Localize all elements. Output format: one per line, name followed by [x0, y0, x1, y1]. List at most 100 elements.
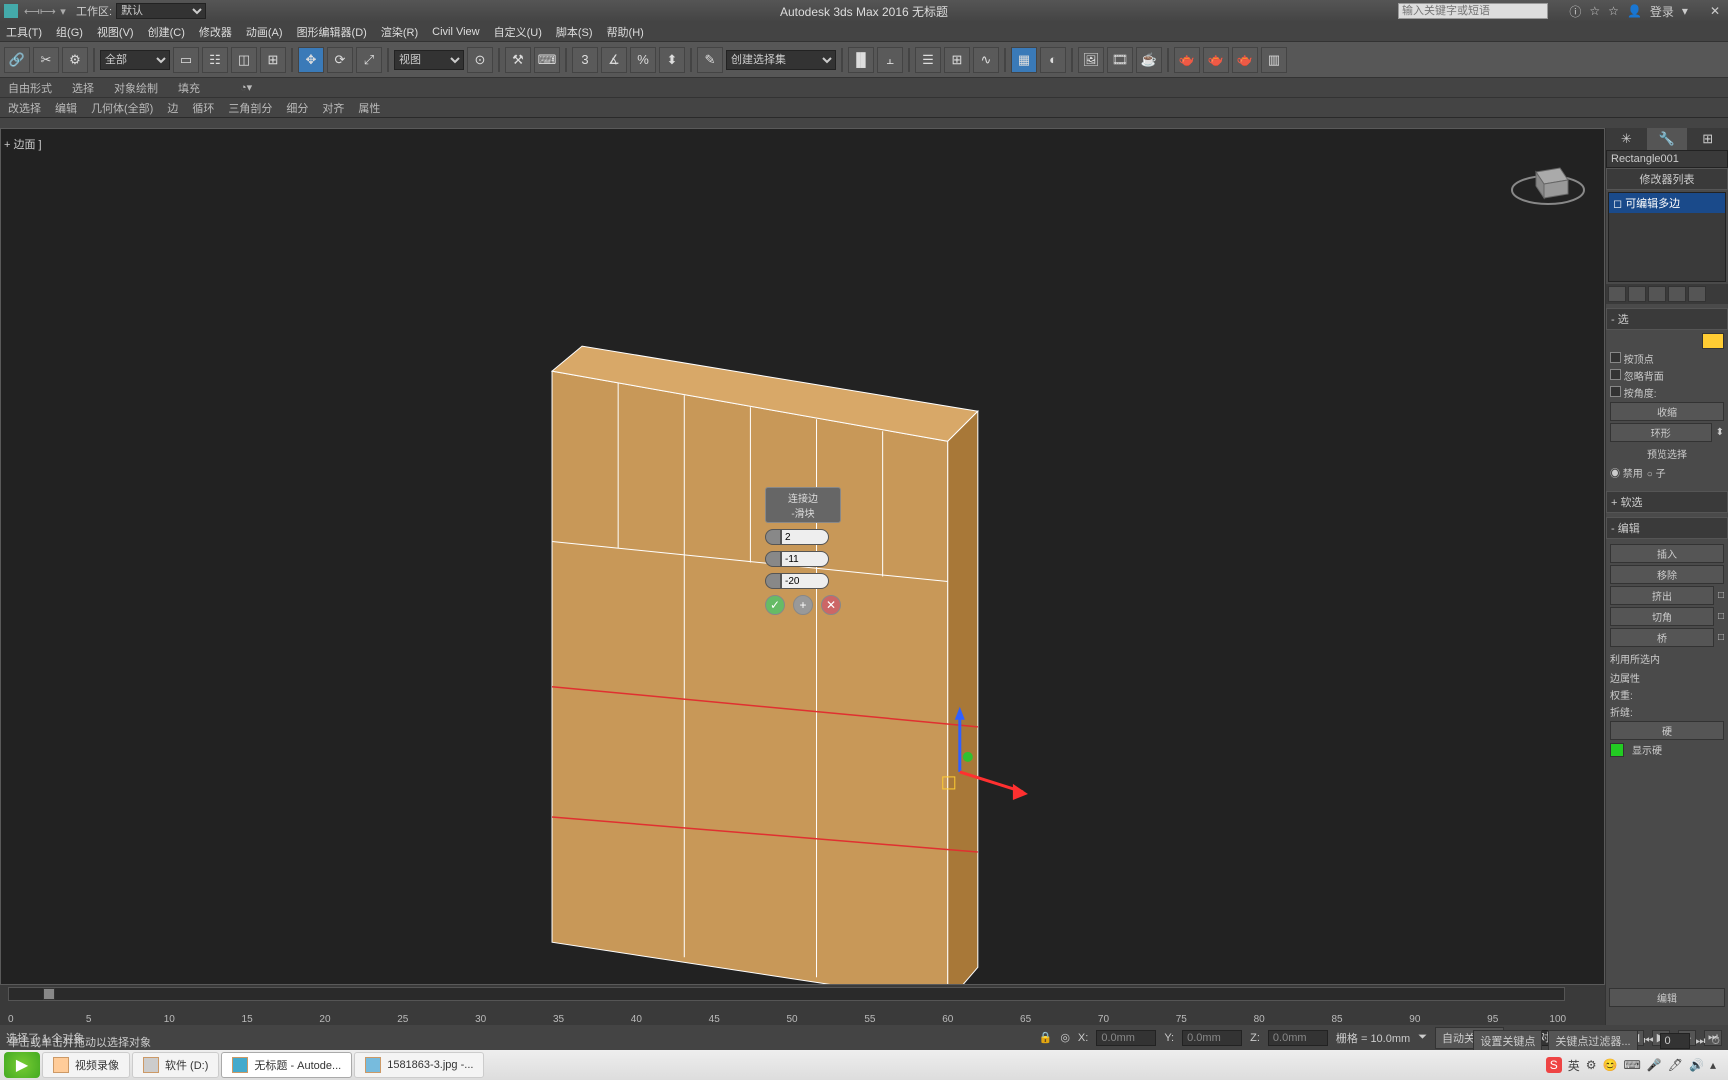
- config-icon[interactable]: [1688, 286, 1706, 302]
- mirror-icon[interactable]: ▐▌: [848, 47, 874, 73]
- taskbar-item[interactable]: 软件 (D:): [132, 1052, 219, 1078]
- schematic-icon[interactable]: ▦: [1011, 47, 1037, 73]
- unlink-icon[interactable]: ✂: [33, 47, 59, 73]
- caddy-cancel-button[interactable]: ✕: [821, 595, 841, 615]
- workspace-dropdown[interactable]: 默认: [116, 3, 206, 19]
- info-icon[interactable]: ⓘ: [1569, 3, 1581, 20]
- teapot-icon[interactable]: 🫖: [1203, 47, 1229, 73]
- menu-render[interactable]: 渲染(R): [381, 24, 418, 40]
- window-crossing-icon[interactable]: ⊞: [260, 47, 286, 73]
- taskbar-item[interactable]: 1581863-3.jpg -...: [354, 1052, 484, 1078]
- menu-tools[interactable]: 工具(T): [6, 24, 42, 40]
- remove-mod-icon[interactable]: [1668, 286, 1686, 302]
- time-config-icon[interactable]: ⏱: [1711, 1035, 1720, 1048]
- menu-animation[interactable]: 动画(A): [246, 24, 283, 40]
- viewcube[interactable]: [1508, 140, 1588, 220]
- tray-expand-icon[interactable]: ▴: [1710, 1058, 1716, 1072]
- tab-subdiv[interactable]: 细分: [286, 100, 308, 116]
- keyfilter-button[interactable]: 关键点过滤器...: [1548, 1030, 1637, 1052]
- bind-icon[interactable]: ⚙: [62, 47, 88, 73]
- lock-icon[interactable]: 🔒: [1039, 1031, 1053, 1044]
- time-slider[interactable]: [8, 987, 1565, 1001]
- rollout-edit[interactable]: - 编辑: [1606, 517, 1728, 539]
- tray-icon[interactable]: ⚙: [1586, 1058, 1597, 1072]
- link-icon[interactable]: 🔗: [4, 47, 30, 73]
- dropdown-icon[interactable]: ▾: [56, 5, 70, 18]
- tab-modsel[interactable]: 改选择: [8, 100, 41, 116]
- viewport-label[interactable]: + 边面 ]: [4, 136, 42, 152]
- tray-icon[interactable]: 🔊: [1689, 1058, 1704, 1072]
- subobj-indicator[interactable]: [1702, 333, 1724, 349]
- ring-button[interactable]: 环形: [1610, 423, 1712, 442]
- hierarchy-tab-icon[interactable]: ⊞: [1687, 128, 1728, 150]
- undo-icon[interactable]: ⟻: [24, 5, 38, 18]
- menu-help[interactable]: 帮助(H): [607, 24, 644, 40]
- by-angle-check[interactable]: 按角度:: [1610, 385, 1724, 400]
- material-icon[interactable]: ◐: [1040, 47, 1066, 73]
- modify-tab-icon[interactable]: 🔧: [1647, 128, 1688, 150]
- tab-freeform[interactable]: 自由形式: [8, 80, 52, 96]
- star-icon[interactable]: ☆: [1608, 4, 1619, 18]
- tab-align[interactable]: 对齐: [322, 100, 344, 116]
- ref-coord-dropdown[interactable]: 视图: [394, 50, 464, 70]
- menu-civil[interactable]: Civil View: [432, 26, 479, 38]
- y-coord[interactable]: 0.0mm: [1182, 1030, 1242, 1046]
- snap-icon[interactable]: 3: [572, 47, 598, 73]
- login-text[interactable]: 登录: [1650, 3, 1674, 20]
- expand-icon[interactable]: ◔▾: [240, 81, 252, 94]
- tab-loop[interactable]: 循环: [192, 100, 214, 116]
- angle-snap-icon[interactable]: ∡: [601, 47, 627, 73]
- menu-graph[interactable]: 图形编辑器(D): [297, 24, 367, 40]
- taskbar-item[interactable]: 无标题 - Autode...: [221, 1052, 352, 1078]
- edit-button[interactable]: 编辑: [1609, 988, 1725, 1007]
- isolate-icon[interactable]: ◎: [1060, 1031, 1070, 1044]
- by-vertex-check[interactable]: 按顶点: [1610, 351, 1724, 366]
- select-icon[interactable]: ▭: [173, 47, 199, 73]
- tray-icon[interactable]: 🖊: [1668, 1058, 1683, 1072]
- taskbar-item[interactable]: 视频录像: [42, 1052, 130, 1078]
- render-setup-icon[interactable]: 🖼: [1078, 47, 1104, 73]
- bridge-button[interactable]: 桥: [1610, 628, 1714, 647]
- ime-lang[interactable]: 英: [1568, 1057, 1580, 1074]
- menu-customize[interactable]: 自定义(U): [494, 24, 542, 40]
- tab-props[interactable]: 属性: [358, 100, 380, 116]
- key-prev-icon[interactable]: ⏮: [1644, 1035, 1654, 1048]
- modifier-list-label[interactable]: 修改器列表: [1606, 168, 1728, 190]
- move-icon[interactable]: ✥: [298, 47, 324, 73]
- rollout-selection[interactable]: - 选: [1606, 308, 1728, 330]
- insert-button[interactable]: 插入: [1610, 544, 1724, 563]
- ime-icon[interactable]: S: [1546, 1057, 1562, 1073]
- layer-explorer-icon[interactable]: ⊞: [944, 47, 970, 73]
- align-icon[interactable]: ⫠: [877, 47, 903, 73]
- tab-populate[interactable]: 填充: [178, 80, 200, 96]
- caddy-ok-button[interactable]: ✓: [765, 595, 785, 615]
- pin-icon[interactable]: [1608, 286, 1626, 302]
- tab-edit[interactable]: 编辑: [55, 100, 77, 116]
- menu-create[interactable]: 创建(C): [148, 24, 185, 40]
- disable-radio[interactable]: ◉ 禁用: [1610, 465, 1643, 480]
- settings-icon[interactable]: □: [1718, 611, 1724, 622]
- teapot-icon[interactable]: 🫖: [1174, 47, 1200, 73]
- help-search-input[interactable]: [1398, 3, 1548, 19]
- tab-tri[interactable]: 三角剖分: [228, 100, 272, 116]
- render-frame-icon[interactable]: 🎞: [1107, 47, 1133, 73]
- spinner-icon[interactable]: ⬍: [1716, 427, 1724, 438]
- rotate-icon[interactable]: ⟳: [327, 47, 353, 73]
- percent-snap-icon[interactable]: %: [630, 47, 656, 73]
- color-swatch[interactable]: [1610, 743, 1624, 757]
- create-tab-icon[interactable]: ✳: [1606, 128, 1647, 150]
- settings-icon[interactable]: □: [1718, 590, 1724, 601]
- hard-button[interactable]: 硬: [1610, 721, 1724, 740]
- teapot-icon[interactable]: 🫖: [1232, 47, 1258, 73]
- dropdown-icon[interactable]: ▾: [1682, 4, 1688, 18]
- star-icon[interactable]: ☆: [1589, 4, 1600, 18]
- select-region-icon[interactable]: ◫: [231, 47, 257, 73]
- menu-view[interactable]: 视图(V): [97, 24, 134, 40]
- time-slider-thumb[interactable]: [43, 988, 55, 1000]
- user-icon[interactable]: 👤: [1627, 4, 1642, 18]
- show-result-icon[interactable]: [1628, 286, 1646, 302]
- start-button[interactable]: ▶: [4, 1052, 40, 1078]
- object-name-field[interactable]: Rectangle001: [1606, 150, 1728, 168]
- manip-icon[interactable]: ⚒: [505, 47, 531, 73]
- modifier-stack[interactable]: ◻ 可编辑多边: [1608, 192, 1726, 282]
